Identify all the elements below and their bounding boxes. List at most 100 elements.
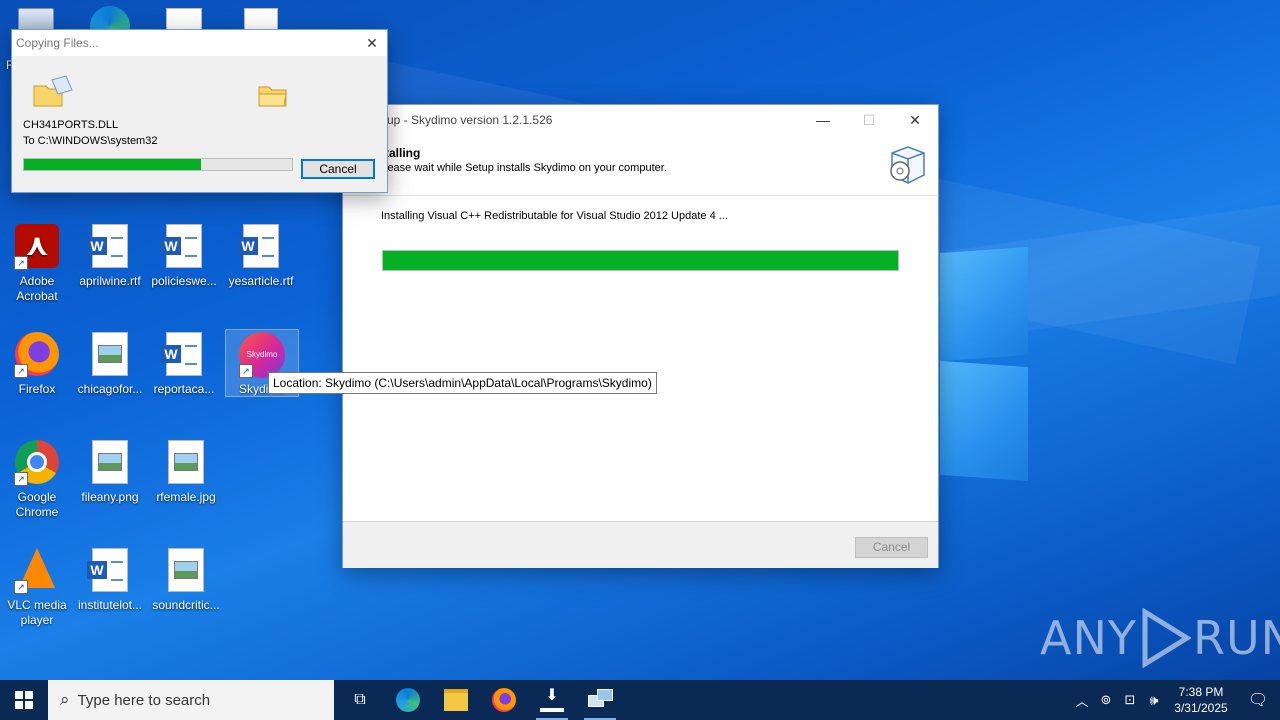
task-view-button[interactable]: ⧉: [336, 680, 384, 720]
maximize-button[interactable]: ☐: [846, 105, 892, 135]
desktop-icon-label: chicagofor...: [77, 382, 143, 396]
network-computers-icon: [588, 689, 613, 711]
desktop-icon-label: VLC media player: [7, 598, 67, 627]
search-placeholder: Type here to search: [77, 691, 211, 709]
flying-docs-icon: [32, 74, 76, 108]
shortcut-arrow-icon: ↗: [14, 256, 28, 270]
taskbar-clock[interactable]: 7:38 PM 3/31/2025: [1166, 684, 1236, 716]
desktop-icon-label: Adobe Acrobat: [16, 274, 58, 303]
desktop-icon-yesarticle[interactable]: W yesarticle.rtf: [225, 224, 297, 289]
copy-progress-bar: [23, 158, 293, 171]
desktop-icon-adobe-acrobat[interactable]: ⋏ ↗ Adobe Acrobat: [1, 224, 73, 304]
close-button[interactable]: ✕: [892, 105, 938, 135]
notifications-icon[interactable]: 🗨: [1236, 690, 1280, 710]
taskbar-search-box[interactable]: ⌕ Type here to search: [48, 680, 334, 720]
shortcut-arrow-icon: ↗: [239, 364, 253, 378]
firefox-icon: ↗: [14, 332, 60, 378]
installer-icon: ⬇: [540, 688, 564, 712]
show-hidden-icons-button[interactable]: ︿: [1070, 691, 1094, 710]
word-doc-icon: W: [161, 224, 207, 270]
desktop-icon-label: aprilwine.rtf: [79, 274, 141, 288]
meet-now-icon[interactable]: ⊚: [1094, 692, 1118, 708]
clock-date: 3/31/2025: [1174, 701, 1228, 715]
setup-box-icon: [886, 139, 928, 185]
start-button[interactable]: [0, 680, 48, 720]
word-doc-icon: W: [87, 224, 133, 270]
desktop-icon-label: Google Chrome: [15, 490, 59, 519]
taskbar-edge[interactable]: [384, 680, 432, 720]
adobe-acrobat-icon: ⋏ ↗: [14, 224, 60, 270]
taskbar-setup-app[interactable]: [576, 680, 624, 720]
taskbar-installer[interactable]: ⬇: [528, 680, 576, 720]
word-doc-icon: W: [87, 548, 133, 594]
desktop-icon-label: soundcritic...: [152, 598, 220, 612]
desktop-icon-vlc[interactable]: ↗ VLC media player: [1, 548, 73, 628]
close-button[interactable]: ✕: [357, 30, 387, 56]
search-icon: ⌕: [60, 690, 70, 709]
image-file-icon: [87, 440, 133, 486]
folder-icon: [444, 689, 468, 711]
desktop-icon-reportaca[interactable]: W reportaca...: [148, 332, 220, 397]
shortcut-arrow-icon: ↗: [14, 472, 28, 486]
copy-titlebar[interactable]: Copying Files... ✕: [12, 30, 387, 56]
desktop-icon-label: policieswe...: [151, 274, 217, 288]
desktop-icon-rfemale[interactable]: rfemale.jpg: [150, 440, 222, 505]
copy-destination: To C:\WINDOWS\system32: [23, 135, 158, 147]
desktop-icon-label: yesarticle.rtf: [228, 274, 294, 288]
setup-progress-bar: [382, 250, 899, 271]
setup-footer: Cancel: [343, 521, 938, 568]
windows-logo-pane: [940, 360, 1028, 482]
shortcut-arrow-icon: ↗: [14, 364, 28, 378]
minimize-button[interactable]: —: [800, 105, 846, 135]
setup-heading: talling: [385, 146, 421, 160]
volume-icon[interactable]: 🕪: [1142, 692, 1166, 709]
desktop-icon-chicagofor[interactable]: chicagofor...: [74, 332, 146, 397]
desktop-icon-label: reportaca...: [153, 382, 215, 396]
destination-folder-icon: [258, 82, 288, 108]
copying-files-dialog: Copying Files... ✕ CH341PORTS.DLL To C:\…: [11, 29, 388, 193]
desktop-icon-label: institutelot...: [77, 598, 143, 612]
copy-filename: CH341PORTS.DLL: [23, 119, 119, 131]
location-tooltip: Location: Skydimo (C:\Users\admin\AppDat…: [268, 372, 657, 394]
setup-window-title: up - Skydimo version 1.2.1.526: [387, 113, 553, 127]
setup-progress-fill: [383, 251, 898, 270]
desktop-icon-label: rfemale.jpg: [156, 490, 216, 504]
taskbar-file-explorer[interactable]: [432, 680, 480, 720]
setup-subheading: lease wait while Setup installs Skydimo …: [385, 162, 667, 174]
copy-progress-fill: [24, 159, 201, 170]
image-file-icon: [87, 332, 133, 378]
image-file-icon: [163, 440, 209, 486]
vlc-cone-icon: ↗: [14, 548, 60, 594]
watermark-text-left: ANY: [1040, 611, 1137, 665]
setup-status-text: Installing Visual C++ Redistributable fo…: [381, 210, 728, 222]
desktop-icon-label: fileany.png: [81, 490, 139, 504]
desktop-icon-google-chrome[interactable]: ↗ Google Chrome: [1, 440, 73, 520]
desktop-icon-soundcritic[interactable]: soundcritic...: [150, 548, 222, 613]
image-file-icon: [163, 548, 209, 594]
desktop-icon-institutelot[interactable]: W institutelot...: [74, 548, 146, 613]
desktop-icon-aprilwine[interactable]: W aprilwine.rtf: [74, 224, 146, 289]
system-tray: ︿ ⊚ ⊡ 🕪 7:38 PM 3/31/2025 🗨: [1070, 680, 1280, 720]
setup-titlebar[interactable]: up - Skydimo version 1.2.1.526 — ☐ ✕: [343, 105, 938, 135]
setup-cancel-button[interactable]: Cancel: [855, 537, 928, 558]
copy-cancel-button[interactable]: Cancel: [301, 159, 375, 179]
word-doc-icon: W: [238, 224, 284, 270]
chrome-icon: ↗: [14, 440, 60, 486]
taskbar-firefox[interactable]: [480, 680, 528, 720]
setup-window: up - Skydimo version 1.2.1.526 — ☐ ✕ tal…: [342, 104, 939, 568]
desktop-icon-policieswe[interactable]: W policieswe...: [148, 224, 220, 289]
setup-body: Installing Visual C++ Redistributable fo…: [343, 195, 938, 522]
copy-dialog-title: Copying Files...: [16, 36, 99, 50]
taskbar: ⌕ Type here to search ⧉ ⬇ ︿ ⊚ ⊡ 🕪 7:38 P…: [0, 680, 1280, 720]
task-view-icon: ⧉: [354, 691, 366, 708]
desktop-icon-fileany[interactable]: fileany.png: [74, 440, 146, 505]
windows-start-icon: [15, 691, 33, 709]
firefox-icon: [492, 688, 516, 712]
clock-time: 7:38 PM: [1178, 685, 1224, 699]
network-icon[interactable]: ⊡: [1118, 692, 1142, 708]
setup-header: talling lease wait while Setup installs …: [343, 135, 938, 195]
desktop-icon-firefox[interactable]: ↗ Firefox: [1, 332, 73, 397]
edge-icon: [396, 688, 420, 712]
word-doc-icon: W: [161, 332, 207, 378]
windows-logo-pane: [940, 246, 1028, 362]
